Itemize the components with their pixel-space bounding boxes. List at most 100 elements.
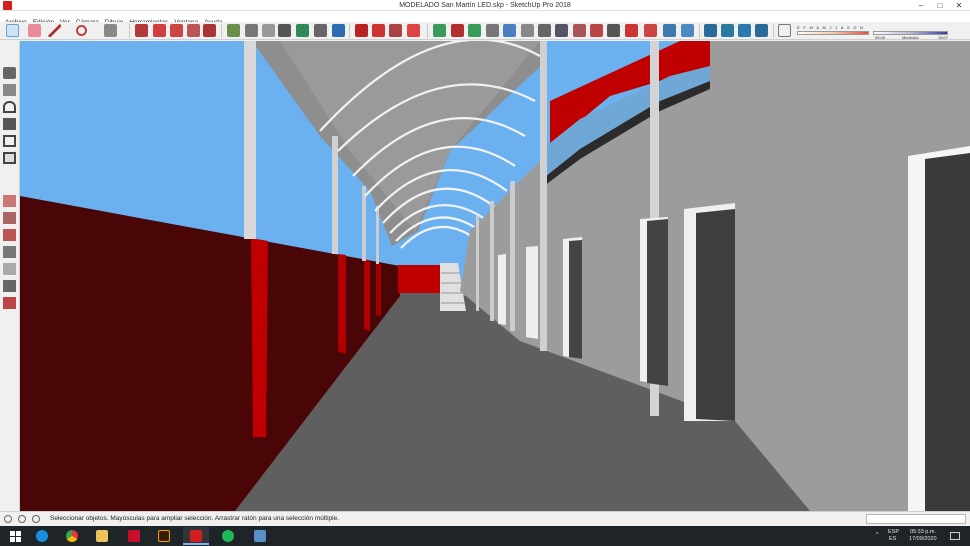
front-view-side-icon[interactable] (3, 135, 16, 147)
white-post-4 (376, 206, 379, 264)
xray-icon[interactable] (663, 24, 676, 37)
illustrator-icon (158, 530, 170, 542)
right-door-6 (498, 254, 506, 325)
right-post-5 (476, 216, 479, 311)
back-edges-icon[interactable] (681, 24, 694, 37)
iso-view-icon[interactable] (704, 24, 717, 37)
layout-icon[interactable] (607, 24, 620, 37)
menu-bar: ArchivoEdiciónVerCámaraDibujoHerramienta… (0, 11, 970, 26)
sandbox-icon[interactable] (555, 24, 568, 37)
style-wireframe-icon[interactable] (3, 195, 16, 207)
tray-arrows-icon[interactable]: ^ (876, 532, 879, 539)
style-icon[interactable] (644, 24, 657, 37)
ruby-icon[interactable] (625, 24, 638, 37)
keyboard-language[interactable]: ESP (888, 529, 899, 536)
shadow-time-start: 05:45 (875, 35, 886, 40)
internet-explorer-icon (36, 530, 48, 542)
zoom-extents-icon[interactable] (503, 24, 516, 37)
acrobat-icon (128, 530, 140, 542)
start-button[interactable] (2, 527, 28, 545)
minimize-button[interactable]: – (912, 0, 930, 11)
model-viewport[interactable] (20, 41, 970, 511)
taskbar-file-explorer[interactable] (89, 527, 115, 545)
extension-icon[interactable] (590, 24, 603, 37)
camera-icon[interactable] (3, 84, 16, 96)
follow-me-tool-icon[interactable] (203, 24, 216, 37)
previous-view-icon[interactable] (521, 24, 534, 37)
taskbar-acrobat[interactable] (121, 527, 147, 545)
warehouse-icon[interactable] (573, 24, 586, 37)
rotate-tool-icon[interactable] (153, 24, 166, 37)
pan-tool-icon[interactable] (314, 24, 327, 37)
credits-icon[interactable] (18, 515, 26, 523)
shapes-tool-icon[interactable] (76, 25, 87, 36)
shadow-date-slider[interactable] (797, 31, 869, 35)
style-backedges-icon[interactable] (3, 297, 16, 309)
taskbar-app[interactable] (247, 527, 273, 545)
footprints-icon[interactable] (538, 24, 551, 37)
text-tool-icon[interactable] (278, 24, 291, 37)
windows-logo-icon (10, 531, 21, 542)
shadows-toggle-icon[interactable] (778, 24, 791, 37)
taskbar-sketchup[interactable] (183, 527, 209, 545)
taskbar-spotify[interactable] (215, 527, 241, 545)
maximize-button[interactable]: □ (931, 0, 949, 11)
back-view-icon[interactable] (3, 152, 16, 164)
main-toolbar: E F M A M J J A S O N D 05:45 Mediodía 1… (0, 22, 970, 40)
position-camera-icon[interactable] (468, 24, 481, 37)
select-tool-icon[interactable] (6, 24, 19, 37)
orbit-tool-icon[interactable] (296, 24, 309, 37)
look-around-icon[interactable] (451, 24, 464, 37)
materials-icon[interactable] (407, 24, 420, 37)
views-toolbar (0, 41, 20, 511)
dimension-tool-icon[interactable] (245, 24, 258, 37)
home-view-icon[interactable] (3, 101, 16, 113)
top-view-side-icon[interactable] (3, 118, 16, 130)
protractor-tool-icon[interactable] (262, 24, 275, 37)
eraser-tool-icon[interactable] (28, 24, 41, 37)
style-xray-icon[interactable] (3, 280, 16, 292)
folder-icon (96, 530, 108, 542)
style-monochrome-icon[interactable] (3, 263, 16, 275)
walk-tool-icon[interactable] (433, 24, 446, 37)
keyboard-language-sub: ES (889, 536, 897, 542)
taskbar-illustrator[interactable] (151, 527, 177, 545)
zoom-tool-icon[interactable] (332, 24, 345, 37)
front-view-icon[interactable] (738, 24, 751, 37)
app-window-icon (254, 530, 266, 542)
tape-measure-icon[interactable] (227, 24, 240, 37)
white-post-2 (332, 136, 338, 254)
move-tool-icon[interactable] (135, 24, 148, 37)
spotify-icon (222, 530, 234, 542)
red-end-wall (398, 265, 445, 293)
scale-tool-icon[interactable] (170, 24, 183, 37)
status-message: Seleccionar objetos. Mayúsculas para amp… (50, 515, 340, 522)
geolocation-icon[interactable] (4, 515, 12, 523)
system-tray: ^ ESP ES 05:33 p.m. 17/09/2020 (876, 526, 966, 546)
line-tool-icon[interactable] (48, 24, 61, 37)
style-shaded-icon[interactable] (3, 229, 16, 241)
measurements-box[interactable] (866, 514, 966, 524)
close-button[interactable]: ✕ (950, 0, 968, 11)
sketchup-window: MODELADO San Martín LED.skp - SketchUp P… (0, 0, 970, 546)
offset-tool-icon[interactable] (187, 24, 200, 37)
right-view-icon[interactable] (755, 24, 768, 37)
tray-clock[interactable]: 05:33 p.m. (910, 529, 936, 536)
scenes-icon[interactable] (3, 67, 16, 79)
white-post-1 (244, 41, 256, 239)
paint-bucket-icon[interactable] (389, 24, 402, 37)
taskbar-internet-explorer[interactable] (29, 527, 55, 545)
style-hidden-line-icon[interactable] (3, 212, 16, 224)
taskbar-chrome[interactable] (59, 527, 85, 545)
shadow-months-label: E F M A M J J A S O N D (797, 25, 865, 35)
push-pull-tool-icon[interactable] (104, 24, 117, 37)
right-door-3-opening (647, 219, 668, 386)
notifications-icon[interactable] (950, 532, 960, 540)
style-textured-icon[interactable] (3, 246, 16, 258)
section-plane-icon[interactable] (486, 24, 499, 37)
component-icon[interactable] (355, 24, 368, 37)
group-icon[interactable] (372, 24, 385, 37)
top-view-icon[interactable] (721, 24, 734, 37)
red-column-1 (251, 238, 268, 437)
help-icon[interactable] (32, 515, 40, 523)
